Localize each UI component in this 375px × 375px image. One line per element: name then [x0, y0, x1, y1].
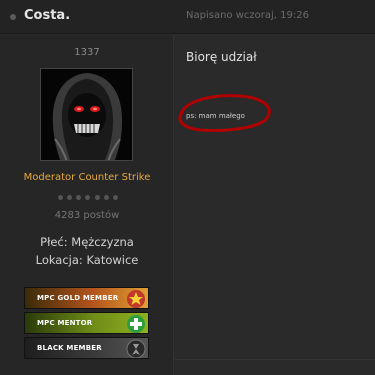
- badge-label: BLACK MEMBER: [37, 344, 102, 352]
- rank-pip-icon: [85, 195, 91, 200]
- user-group-title: Moderator Counter Strike: [23, 172, 151, 183]
- user-id-label: 1337: [74, 47, 100, 58]
- plus-icon: [127, 315, 145, 333]
- badge-mpc-mentor: MPC MENTOR: [24, 312, 149, 334]
- rank-pip-icon: [67, 195, 73, 200]
- post-footer-divider: [175, 359, 375, 360]
- badge-gold-member: MPC GOLD MEMBER: [24, 287, 149, 309]
- post-body: Biorę udział ps: mam małego: [175, 35, 375, 375]
- ribbon-icon: [126, 339, 146, 358]
- badge-black-member: BLACK MEMBER: [24, 337, 149, 359]
- posts-count: 4283 postów: [54, 210, 120, 221]
- location-field: Lokacja: Katowice: [35, 253, 139, 267]
- rank-pip-icon: [94, 195, 100, 200]
- post-header: Costa. Napisano wczoraj, 19:26: [0, 0, 375, 34]
- badge-label: MPC GOLD MEMBER: [37, 294, 119, 302]
- gender-field: Płeć: Mężczyzna: [40, 235, 134, 249]
- rank-pips: [58, 195, 118, 201]
- rank-pip-icon: [112, 195, 118, 200]
- rank-pip-icon: [58, 195, 63, 200]
- hooded-skull-avatar-image: [41, 69, 132, 160]
- avatar[interactable]: [40, 68, 133, 161]
- star-icon: [127, 290, 145, 308]
- post-content: Biorę udział: [186, 50, 257, 64]
- author-panel: 1337 Moderator Counter Strike 4283 postó…: [0, 35, 174, 375]
- author-name-link[interactable]: Costa.: [24, 8, 70, 23]
- post-ps-text: ps: mam małego: [186, 112, 245, 120]
- post-date[interactable]: Napisano wczoraj, 19:26: [186, 10, 309, 21]
- rank-pip-icon: [76, 195, 82, 200]
- badge-list: MPC GOLD MEMBER MPC MENTOR BLACK MEMBER: [24, 287, 149, 362]
- badge-label: MPC MENTOR: [37, 319, 93, 327]
- rank-pip-icon: [103, 195, 109, 200]
- online-status-icon: [10, 14, 16, 20]
